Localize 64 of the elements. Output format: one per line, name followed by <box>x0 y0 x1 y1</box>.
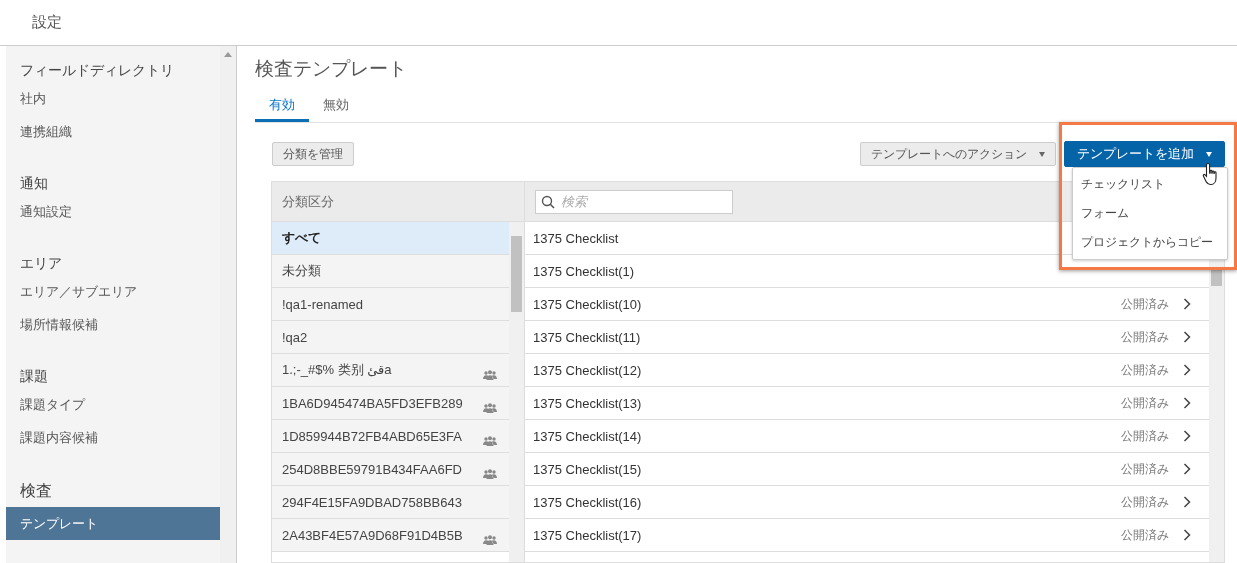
section-heading: 課題 <box>19 367 49 386</box>
status-label: 公開済み <box>1121 328 1169 346</box>
sidebar-item[interactable]: 課題内容候補 <box>6 421 220 454</box>
template-name[interactable]: 1375 Checklist(17) <box>533 527 1121 543</box>
search-field[interactable]: 検索 <box>535 189 733 214</box>
template-name[interactable]: 1375 Checklist(16) <box>533 494 1121 510</box>
menu-item[interactable]: チェックリスト <box>1073 170 1227 199</box>
section-heading: 通知 <box>19 174 49 193</box>
chevron-right-icon[interactable] <box>1183 331 1191 343</box>
section-heading: エリア <box>19 254 63 273</box>
column-header: 分類区分 <box>272 182 524 222</box>
scrollbar[interactable] <box>220 46 237 563</box>
menu-item[interactable]: プロジェクトからコピー <box>1073 228 1227 257</box>
tab[interactable]: 有効 <box>255 94 309 122</box>
chevron-right-icon[interactable] <box>1183 463 1191 475</box>
template-name[interactable]: 1375 Checklist(1) <box>533 263 1191 279</box>
sidebar-item[interactable]: 社内 <box>6 82 220 115</box>
tab[interactable]: 無効 <box>309 94 363 122</box>
menu-item[interactable]: フォーム <box>1073 199 1227 228</box>
sidebar-item[interactable]: テンプレート <box>6 507 220 540</box>
template-name[interactable]: 1375 Checklist(11) <box>533 329 1121 345</box>
section-heading: フィールドディレクトリ <box>19 61 175 80</box>
template-name[interactable]: 1375 Checklist(12) <box>533 362 1121 378</box>
status-label: 公開済み <box>1121 460 1169 478</box>
template-name[interactable]: 1375 Checklist(13) <box>533 395 1121 411</box>
category-item[interactable]: 1BA6D945474BA5FD3EFB289 <box>272 387 509 420</box>
caret-icon <box>1206 151 1212 157</box>
chevron-right-icon[interactable] <box>1183 529 1191 541</box>
template-actions-button[interactable]: テンプレートへのアクション <box>860 142 1056 166</box>
add-template-button[interactable]: テンプレートを追加 <box>1064 141 1225 167</box>
page-title: 検査テンプレート <box>255 57 408 81</box>
status-label: 公開済み <box>1121 295 1169 313</box>
chevron-right-icon[interactable] <box>1183 496 1191 508</box>
template-name[interactable]: 1375 Checklist(15) <box>533 461 1121 477</box>
category-item[interactable]: 1.;-_#$% 类别 قئa <box>272 354 509 387</box>
chevron-right-icon[interactable] <box>1183 430 1191 442</box>
page-header-title: 設定 <box>32 13 62 32</box>
manage-categories-button[interactable]: 分類を管理 <box>272 142 354 166</box>
template-name[interactable]: 1375 Checklist(14) <box>533 428 1121 444</box>
category-item[interactable]: 1D859944B72FB4ABD65E3FA <box>272 420 509 453</box>
chevron-right-icon[interactable] <box>1183 298 1191 310</box>
chevron-right-icon[interactable] <box>1183 364 1191 376</box>
status-label: 公開済み <box>1121 526 1169 544</box>
sidebar-item[interactable]: エリア／サブエリア <box>6 275 220 308</box>
category-item[interactable]: 2A43BF4E57A9D68F91D4B5B <box>272 519 509 552</box>
category-item[interactable]: すべて <box>272 222 509 255</box>
sidebar-item[interactable]: 場所情報候補 <box>6 308 220 341</box>
scrollbar[interactable] <box>509 222 524 562</box>
status-label: 公開済み <box>1121 493 1169 511</box>
chevron-right-icon[interactable] <box>1183 397 1191 409</box>
category-item[interactable]: 294F4E15FA9DBAD758BB643 <box>272 486 509 519</box>
caret-icon <box>1039 151 1045 157</box>
template-name[interactable]: 1375 Checklist(10) <box>533 296 1121 312</box>
status-label: 公開済み <box>1121 427 1169 445</box>
status-label: 公開済み <box>1121 394 1169 412</box>
status-label: 公開済み <box>1121 361 1169 379</box>
sidebar-item[interactable]: 連携組織 <box>6 115 220 148</box>
category-item[interactable]: !qa1-renamed <box>272 288 509 321</box>
section-heading: 検査 <box>19 481 53 501</box>
sidebar-item[interactable]: 通知設定 <box>6 195 220 228</box>
category-item[interactable]: 254D8BBE59791B434FAA6FD <box>272 453 509 486</box>
category-item[interactable]: !qa2 <box>272 321 509 354</box>
category-item[interactable]: 未分類 <box>272 255 509 288</box>
sidebar-item[interactable]: 課題タイプ <box>6 388 220 421</box>
